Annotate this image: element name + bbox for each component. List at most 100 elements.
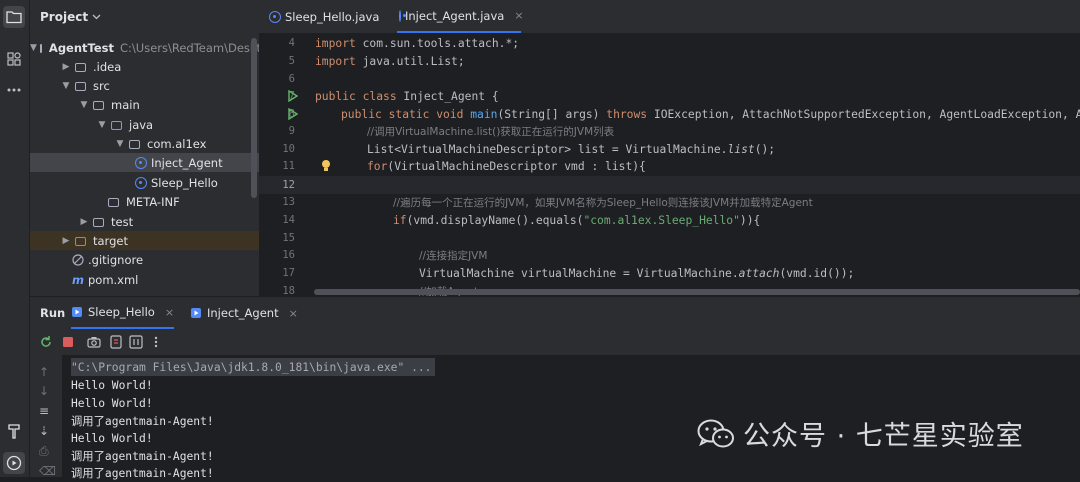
- tree-item-sleep-hello[interactable]: Sleep_Hello: [30, 173, 259, 192]
- code-line[interactable]: 16 //连接指定JVM: [259, 246, 1080, 264]
- tree-item-main[interactable]: ▼ main: [30, 95, 259, 114]
- code-line-current[interactable]: 12: [259, 176, 1080, 194]
- console-side-toolbar: ↑ ↓ ≡ ⇣ ⎙ ⌫: [30, 355, 62, 478]
- run-gutter-icon[interactable]: [288, 90, 298, 102]
- arrow-down-icon[interactable]: ↓: [39, 384, 49, 398]
- structure-tool-button[interactable]: [3, 48, 25, 70]
- project-tool-button[interactable]: [3, 6, 25, 28]
- run-tab-label: Sleep_Hello: [88, 305, 155, 319]
- code-line[interactable]: 14 if(vmd.displayName().equals("com.al1e…: [259, 211, 1080, 229]
- code-token: (String[] args): [497, 107, 607, 121]
- tab-inject-agent-java[interactable]: Inject_Agent.java ×: [397, 0, 524, 33]
- rerun-icon: [41, 336, 51, 347]
- code-line[interactable]: 11 for(VirtualMachineDescriptor vmd : li…: [259, 157, 1080, 175]
- tree-item-label: AgentTest: [48, 40, 114, 55]
- run-gutter-icon[interactable]: [288, 108, 298, 120]
- layout-icon: [129, 335, 143, 349]
- java-class-icon: [135, 156, 147, 169]
- line-number: 9: [288, 125, 295, 137]
- close-icon[interactable]: ×: [165, 306, 174, 319]
- code-line[interactable]: 4 import com.sun.tools.attach.*;: [259, 34, 1080, 52]
- tree-item-gitignore[interactable]: .gitignore: [30, 250, 259, 269]
- screenshot-button[interactable]: [86, 334, 102, 350]
- tree-item-java[interactable]: ▼ java: [30, 115, 259, 134]
- tree-item-label: Sleep_Hello: [151, 175, 218, 190]
- project-panel-header[interactable]: Project: [40, 10, 101, 24]
- code-token: import: [315, 36, 356, 50]
- dump-threads-button[interactable]: [108, 334, 124, 350]
- more-options-button[interactable]: [148, 334, 164, 350]
- tree-item-path: C:\Users\RedTeam\Desktop\: [120, 40, 259, 55]
- code-line[interactable]: 9 //调用VirtualMachine.list()获取正在运行的JVM列表: [259, 122, 1080, 140]
- line-number: 16: [282, 249, 295, 261]
- line-number: 17: [282, 267, 295, 279]
- java-class-icon: [269, 10, 281, 23]
- line-number: 13: [282, 196, 295, 208]
- print-icon[interactable]: ⎙: [39, 444, 49, 459]
- code-token: public static void: [341, 107, 464, 121]
- code-token: for: [367, 159, 388, 173]
- close-icon[interactable]: ×: [289, 307, 298, 320]
- code-line[interactable]: 17 VirtualMachine virtualMachine = Virtu…: [259, 264, 1080, 282]
- tree-item-src[interactable]: ▼ src: [30, 76, 259, 95]
- soft-wrap-icon[interactable]: ≡: [39, 404, 49, 418]
- chevron-down-icon[interactable]: ▼: [30, 43, 37, 53]
- chevron-right-icon[interactable]: ▶: [78, 217, 90, 227]
- line-number: 14: [282, 214, 295, 226]
- tree-item-pom-xml[interactable]: m pom.xml: [30, 270, 259, 289]
- project-scrollbar[interactable]: [251, 38, 257, 198]
- tree-item-meta-inf[interactable]: META-INF: [30, 192, 259, 211]
- console-command-line[interactable]: "C:\Program Files\Java\jdk1.8.0_181\bin\…: [71, 358, 436, 376]
- build-tool-button[interactable]: [3, 420, 25, 442]
- run-panel-title: Run: [40, 306, 66, 320]
- code-token: Inject_Agent {: [396, 89, 499, 103]
- chevron-right-icon[interactable]: ▶: [60, 236, 72, 246]
- chevron-down-icon[interactable]: ▼: [60, 81, 72, 91]
- clear-all-icon[interactable]: ⌫: [39, 464, 56, 478]
- scroll-to-end-icon[interactable]: ⇣: [39, 424, 49, 438]
- tree-item-test[interactable]: ▶ test: [30, 212, 259, 231]
- tab-sleep-hello-java[interactable]: Sleep_Hello.java: [269, 0, 379, 33]
- restore-layout-button[interactable]: [128, 334, 144, 350]
- tree-item-label: test: [111, 214, 134, 229]
- watermark-text: 公众号 · 七芒星实验室: [743, 421, 1024, 452]
- code-line[interactable]: 15: [259, 229, 1080, 247]
- project-panel: Project ▼ AgentTest C:\Users\RedTeam\Des…: [30, 0, 259, 296]
- run-tool-button[interactable]: [3, 452, 25, 474]
- tree-item-idea[interactable]: ▶ .idea: [30, 57, 259, 76]
- tree-item-target[interactable]: ▶ target: [30, 231, 259, 250]
- code-token: public class: [315, 89, 397, 103]
- ignore-file-icon: [72, 253, 84, 266]
- code-line[interactable]: 10 List<VirtualMachineDescriptor> list =…: [259, 140, 1080, 158]
- code-line[interactable]: 6: [259, 70, 1080, 88]
- close-icon[interactable]: ×: [514, 9, 523, 22]
- editor-horizontal-scrollbar[interactable]: [314, 289, 1080, 295]
- code-line[interactable]: 8 public static void main(String[] args)…: [259, 105, 1080, 123]
- line-number: 18: [282, 285, 295, 296]
- tree-item-label: .gitignore: [88, 252, 144, 267]
- arrow-up-icon[interactable]: ↑: [39, 365, 49, 379]
- folder-icon: [75, 63, 86, 72]
- chevron-right-icon[interactable]: ▶: [60, 62, 72, 72]
- code-line[interactable]: 7 public class Inject_Agent {: [259, 87, 1080, 105]
- more-tools-button[interactable]: [3, 79, 25, 101]
- console-output-line: Hello World!: [71, 431, 153, 445]
- tree-item-inject-agent[interactable]: Inject_Agent: [30, 153, 259, 172]
- code-token: import: [315, 54, 356, 68]
- chevron-down-icon[interactable]: ▼: [96, 120, 108, 130]
- chevron-down-icon[interactable]: ▼: [78, 100, 90, 110]
- stop-button[interactable]: [60, 334, 76, 350]
- tree-item-com-al1ex[interactable]: ▼ com.al1ex: [30, 134, 259, 153]
- rerun-button[interactable]: [38, 334, 54, 350]
- tree-item-label: java: [129, 117, 154, 132]
- tree-item-agenttest[interactable]: ▼ AgentTest C:\Users\RedTeam\Desktop\: [30, 38, 259, 57]
- code-token: (vmd.displayName().equals(: [406, 213, 584, 227]
- run-tab-sleep-hello[interactable]: Sleep_Hello ×: [71, 297, 175, 329]
- code-line[interactable]: 13 //遍历每一个正在运行的JVM，如果JVM名称为Sleep_Hello则连…: [259, 193, 1080, 211]
- code-line[interactable]: 5 import java.util.List;: [259, 52, 1080, 70]
- tree-item-label: main: [111, 97, 140, 112]
- run-tab-inject-agent[interactable]: Inject_Agent ×: [190, 297, 298, 329]
- lightbulb-icon[interactable]: [321, 159, 331, 172]
- console-output-line: 调用了agentmain-Agent!: [71, 450, 214, 463]
- chevron-down-icon[interactable]: ▼: [114, 139, 126, 149]
